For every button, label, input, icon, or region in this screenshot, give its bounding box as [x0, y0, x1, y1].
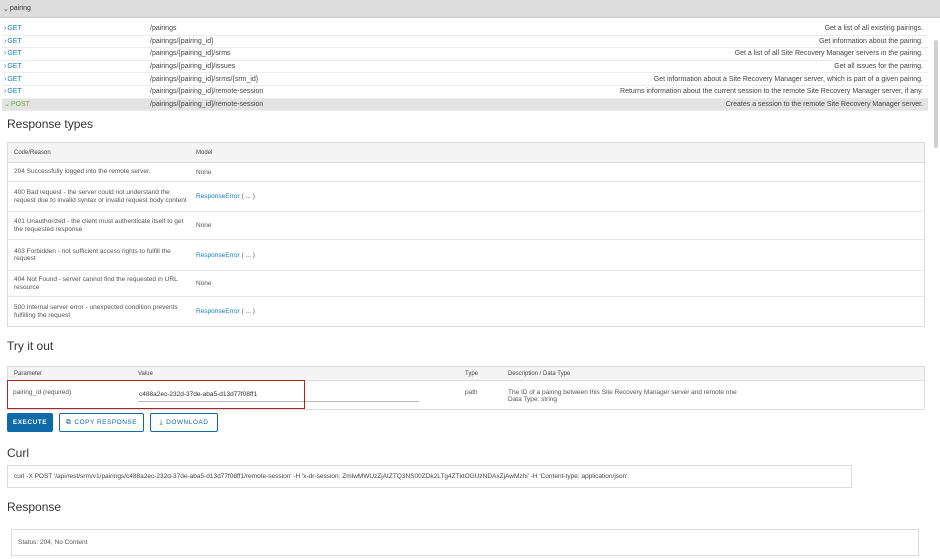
- col-model-header: Model: [196, 149, 213, 156]
- download-button[interactable]: ⤓ DOWNLOAD: [150, 413, 218, 432]
- endpoint-method: GET: [7, 75, 22, 83]
- endpoint-row-active[interactable]: ⌄POST /pairings/{pairing_id}/remote-sess…: [2, 98, 928, 112]
- try-it-out-title: Try it out: [7, 339, 54, 353]
- endpoint-row[interactable]: ›GET /pairings/{pairing_id}/srms Get a l…: [2, 48, 928, 61]
- param-type: path: [465, 389, 478, 396]
- execute-button[interactable]: EXECUTE: [7, 413, 53, 432]
- section-label: pairing: [9, 5, 31, 12]
- chevron-right-icon: ›: [4, 25, 7, 33]
- endpoint-list: ›GET /pairings Get a list of all existin…: [2, 23, 928, 112]
- param-datatype: Data Type: string: [508, 396, 558, 403]
- curl-command[interactable]: curl -X POST '/api/rest/srm/v1/pairings/…: [7, 465, 852, 488]
- col-parameter-header: Parameter: [14, 370, 43, 377]
- response-status: Status: 204, No Content: [11, 529, 919, 556]
- response-code: 400 Bad request - the server could not u…: [14, 189, 187, 204]
- endpoint-method: GET: [7, 88, 22, 96]
- endpoint-row[interactable]: ›GET /pairings Get a list of all existin…: [2, 23, 928, 36]
- endpoint-method: GET: [7, 25, 22, 33]
- download-icon: ⤓: [159, 418, 164, 426]
- copy-response-button[interactable]: ⧉ COPY RESPONSE: [59, 413, 144, 432]
- response-error-link[interactable]: ResponseError: [196, 193, 240, 200]
- endpoint-method: GET: [7, 50, 22, 58]
- response-code: 403 Forbidden - not sufficient access ri…: [14, 247, 171, 263]
- response-code: 401 Unauthorized - the client must authe…: [14, 218, 184, 233]
- copy-icon: ⧉: [65, 418, 72, 426]
- endpoint-path: /pairings/{pairing_id}/issues: [150, 63, 236, 71]
- response-code: 500 Internal server error - unexpected c…: [14, 304, 178, 319]
- table-row: 500 Internal server error - unexpected c…: [8, 297, 924, 326]
- highlight-box: [7, 380, 305, 409]
- chevron-right-icon: ›: [4, 63, 7, 71]
- table-row: 204 Successfully logged into the remote …: [8, 163, 924, 182]
- col-description-header: Description / Data Type: [508, 370, 571, 377]
- col-type-header: Type: [465, 370, 479, 377]
- endpoint-method: POST: [10, 101, 30, 109]
- table-row: 404 Not Found - server cannot find the r…: [8, 271, 924, 297]
- endpoint-method: GET: [7, 37, 22, 45]
- section-header-pairing[interactable]: ⌄ pairing: [0, 0, 940, 18]
- response-model: None: [196, 222, 212, 229]
- chevron-down-icon: ⌄: [3, 5, 9, 13]
- endpoint-path: /pairings/{pairing_id}/remote-session: [150, 88, 264, 96]
- endpoint-description: Creates a session to the remote Site Rec…: [725, 100, 923, 108]
- chevron-right-icon: ›: [4, 88, 7, 96]
- chevron-right-icon: ›: [4, 75, 7, 83]
- response-model: ResponseError ( ... ): [196, 193, 255, 200]
- endpoint-path: /pairings/{pairing_id}/remote-session: [150, 100, 264, 108]
- col-code-header: Code/Reason: [14, 149, 51, 156]
- curl-title: Curl: [7, 446, 30, 460]
- response-error-link[interactable]: ResponseError: [196, 252, 240, 259]
- table-header: Code/Reason Model: [8, 143, 924, 163]
- response-model: ResponseError ( ... ): [196, 251, 255, 259]
- endpoint-path: /pairings: [150, 25, 177, 33]
- table-row: 400 Bad request - the server could not u…: [8, 182, 924, 212]
- endpoint-description: Get a list of all Site Recovery Manager …: [734, 50, 923, 58]
- col-value-header: Value: [138, 370, 153, 377]
- response-model: None: [196, 168, 212, 176]
- endpoint-row[interactable]: ›GET /pairings/{pairing_id}/remote-sessi…: [2, 86, 928, 99]
- response-code: 204 Successfully logged into the remote …: [14, 168, 151, 176]
- endpoint-description: Get information about the pairing.: [819, 37, 923, 45]
- endpoint-row[interactable]: ›GET /pairings/{pairing_id}/issues Get a…: [2, 61, 928, 74]
- endpoint-path: /pairings/{pairing_id}/srms: [150, 50, 231, 58]
- copy-response-label: COPY RESPONSE: [74, 419, 138, 426]
- endpoint-row[interactable]: ›GET /pairings/{pairing_id} Get informat…: [2, 36, 928, 49]
- response-types-title: Response types: [7, 117, 94, 131]
- response-error-link[interactable]: ResponseError: [196, 308, 240, 315]
- response-code: 404 Not Found - server cannot find the r…: [14, 276, 178, 291]
- table-header: Parameter Value Type Description / Data …: [8, 367, 924, 381]
- response-model: ResponseError ( ... ): [196, 308, 255, 315]
- endpoint-row[interactable]: ›GET /pairings/{pairing_id}/srms/{srm_id…: [2, 73, 928, 86]
- download-label: DOWNLOAD: [166, 419, 209, 426]
- scrollbar[interactable]: [934, 40, 938, 148]
- endpoint-description: Returns information about the current se…: [620, 88, 923, 96]
- response-model: None: [196, 280, 212, 287]
- chevron-right-icon: ›: [4, 50, 7, 58]
- table-row: 401 Unauthorized - the client must authe…: [8, 212, 924, 240]
- endpoint-description: Get a list of all existing pairings.: [824, 25, 923, 33]
- endpoint-description: Get information about a Site Recovery Ma…: [653, 75, 923, 83]
- endpoint-method: GET: [7, 63, 22, 71]
- table-row: 403 Forbidden - not sufficient access ri…: [8, 240, 924, 271]
- endpoint-description: Get all issues for the pairing.: [834, 63, 923, 71]
- param-description: The ID of a pairing between this Site Re…: [508, 389, 737, 396]
- chevron-down-icon: ⌄: [4, 101, 10, 109]
- endpoint-path: /pairings/{pairing_id}: [150, 37, 214, 45]
- chevron-right-icon: ›: [4, 37, 7, 45]
- response-types-table: Code/Reason Model 204 Successfully logge…: [7, 142, 925, 327]
- endpoint-path: /pairings/{pairing_id}/srms/{srm_id}: [150, 75, 259, 83]
- response-title: Response: [7, 500, 62, 514]
